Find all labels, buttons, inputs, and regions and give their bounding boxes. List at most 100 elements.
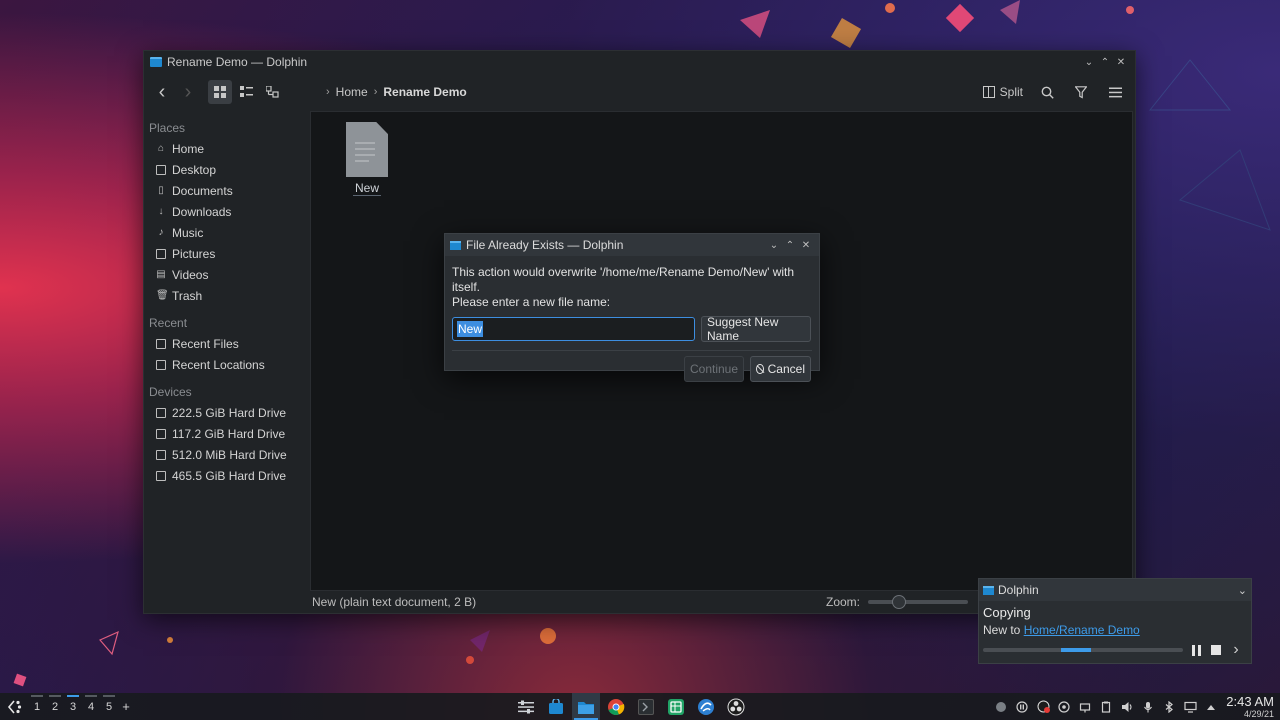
desktop-5[interactable]: 5 [100, 693, 118, 720]
desktop-2[interactable]: 2 [46, 693, 64, 720]
close-button[interactable]: ✕ [1113, 57, 1129, 68]
chevron-down-icon[interactable]: ⌄ [1238, 584, 1247, 597]
task-terminal[interactable] [632, 693, 660, 720]
kdeconnect-icon[interactable] [1057, 700, 1071, 714]
zoom-label: Zoom: [826, 595, 861, 609]
bluetooth-icon[interactable] [1162, 700, 1176, 714]
task-system-settings[interactable] [512, 693, 540, 720]
pause-button[interactable] [1189, 643, 1203, 657]
chevron-right-icon: › [326, 86, 330, 98]
sidebar-item-documents[interactable]: ▯ Documents [144, 180, 310, 201]
notification-destination-link[interactable]: Home/Rename Demo [1024, 623, 1140, 637]
forward-button[interactable]: › [176, 80, 200, 104]
task-spreadsheet[interactable] [662, 693, 690, 720]
sidebar-item-trash[interactable]: 🗑︎ Trash [144, 285, 310, 306]
network-icon[interactable] [1078, 700, 1092, 714]
icons-view-icon [214, 86, 226, 98]
sidebar-item-label: Home [172, 141, 205, 156]
task-kdeconnect[interactable] [692, 693, 720, 720]
file-item[interactable]: New [345, 122, 389, 196]
sidebar-item-desktop[interactable]: Desktop [144, 159, 310, 180]
sidebar-item-label: Recent Locations [172, 357, 265, 372]
cancel-icon [756, 364, 764, 374]
taskbar-panel: 1 2 3 4 5 + 2:43 AM 4/29/21 [0, 693, 1280, 720]
toolbar-right: Split [979, 80, 1129, 104]
task-chrome[interactable] [602, 693, 630, 720]
minimize-button[interactable]: ⌄ [1081, 57, 1097, 68]
tray-expand-icon[interactable] [1204, 700, 1218, 714]
copy-progress-bar [983, 648, 1183, 652]
pictures-icon [156, 248, 166, 259]
new-name-input[interactable]: New [452, 317, 695, 341]
maximize-button[interactable]: ⌃ [782, 240, 798, 251]
minimize-button[interactable]: ⌄ [766, 240, 782, 251]
continue-button[interactable]: Continue [684, 356, 744, 382]
dialog-titlebar[interactable]: File Already Exists — Dolphin ⌄ ⌃ ✕ [445, 234, 819, 256]
dolphin-app-icon [450, 240, 461, 250]
application-launcher[interactable] [0, 693, 28, 720]
desktop-4[interactable]: 4 [82, 693, 100, 720]
microphone-icon[interactable] [1141, 700, 1155, 714]
sidebar-item-videos[interactable]: ▤ Videos [144, 264, 310, 285]
clipboard-icon[interactable] [1099, 700, 1113, 714]
launcher-icon [7, 699, 22, 714]
sidebar-item-device[interactable]: 117.2 GiB Hard Drive [144, 423, 310, 444]
filter-button[interactable] [1069, 80, 1093, 104]
text-file-icon [346, 122, 388, 177]
details-view-button[interactable] [260, 80, 284, 104]
recording-icon[interactable] [1036, 700, 1050, 714]
sidebar-item-label: 465.5 GiB Hard Drive [172, 468, 287, 483]
filter-icon [1075, 85, 1087, 98]
digital-clock[interactable]: 2:43 AM 4/29/21 [1226, 695, 1274, 720]
sidebar-item-recent-locations[interactable]: Recent Locations [144, 354, 310, 375]
split-button[interactable]: Split [979, 85, 1027, 99]
sidebar-item-downloads[interactable]: ↓ Downloads [144, 201, 310, 222]
desktop-1[interactable]: 1 [28, 693, 46, 720]
sidebar-item-device[interactable]: 512.0 MiB Hard Drive [144, 444, 310, 465]
suggest-new-name-button[interactable]: Suggest New Name [701, 315, 811, 343]
devices-heading: Devices [149, 385, 192, 399]
stop-button[interactable] [1209, 643, 1223, 657]
add-desktop-button[interactable]: + [118, 699, 134, 714]
menu-button[interactable] [1103, 80, 1127, 104]
sidebar-item-label: 117.2 GiB Hard Drive [172, 426, 286, 441]
zoom-slider-handle[interactable] [892, 595, 907, 609]
chevron-right-icon: › [373, 86, 378, 98]
close-button[interactable]: ✕ [798, 240, 814, 251]
search-button[interactable] [1035, 80, 1059, 104]
back-button[interactable]: ‹ [150, 80, 174, 104]
task-manager [512, 693, 750, 720]
compact-view-button[interactable] [234, 80, 258, 104]
maximize-button[interactable]: ⌃ [1097, 57, 1113, 68]
tray-status-icon[interactable] [994, 700, 1008, 714]
sidebar-item-home[interactable]: ⌂ Home [144, 138, 310, 159]
sidebar-item-device[interactable]: 465.5 GiB Hard Drive [144, 465, 310, 486]
breadcrumb-current[interactable]: Rename Demo [383, 85, 466, 99]
notification-body-text: New to [983, 623, 1024, 637]
split-label: Split [999, 85, 1023, 99]
sidebar-item-music[interactable]: ♪ Music [144, 222, 310, 243]
task-dolphin[interactable] [572, 693, 600, 720]
hard-drive-icon [156, 407, 166, 418]
chrome-icon [608, 698, 625, 715]
breadcrumb-home[interactable]: Home [336, 85, 368, 99]
chevron-right-icon: › [1233, 641, 1239, 658]
sidebar-item-pictures[interactable]: Pictures [144, 243, 310, 264]
task-discover[interactable] [542, 693, 570, 720]
task-obs[interactable] [722, 693, 750, 720]
zoom-slider[interactable] [868, 595, 969, 609]
icons-view-button[interactable] [208, 80, 232, 104]
volume-icon[interactable] [1120, 700, 1134, 714]
desktop-3[interactable]: 3 [64, 693, 82, 720]
window-titlebar[interactable]: Rename Demo — Dolphin ⌄ ⌃ ✕ [144, 51, 1135, 73]
cancel-button[interactable]: Cancel [750, 356, 811, 382]
sidebar-item-recent-files[interactable]: Recent Files [144, 333, 310, 354]
trash-icon: 🗑︎ [156, 289, 169, 301]
display-icon[interactable] [1183, 700, 1197, 714]
window-title: Rename Demo — Dolphin [167, 55, 308, 69]
details-button[interactable]: › [1229, 641, 1243, 658]
media-pause-icon[interactable] [1015, 700, 1029, 714]
file-name: New [352, 181, 381, 196]
recent-heading: Recent [149, 316, 188, 330]
sidebar-item-device[interactable]: 222.5 GiB Hard Drive [144, 402, 310, 423]
